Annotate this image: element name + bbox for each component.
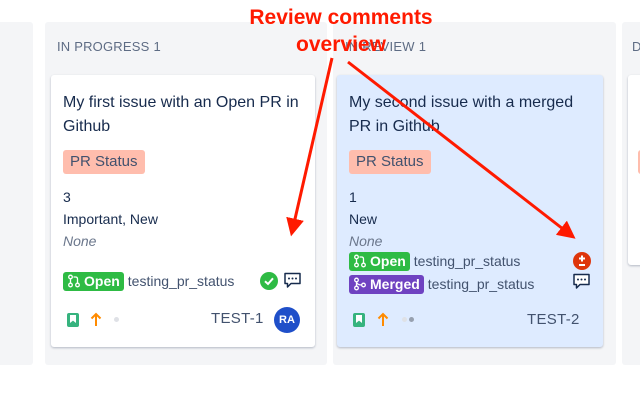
- annotation-arrows: [286, 57, 576, 239]
- arrow-to-comment-icon-2: [347, 60, 576, 239]
- arrow-to-comment-icon-1: [286, 57, 334, 237]
